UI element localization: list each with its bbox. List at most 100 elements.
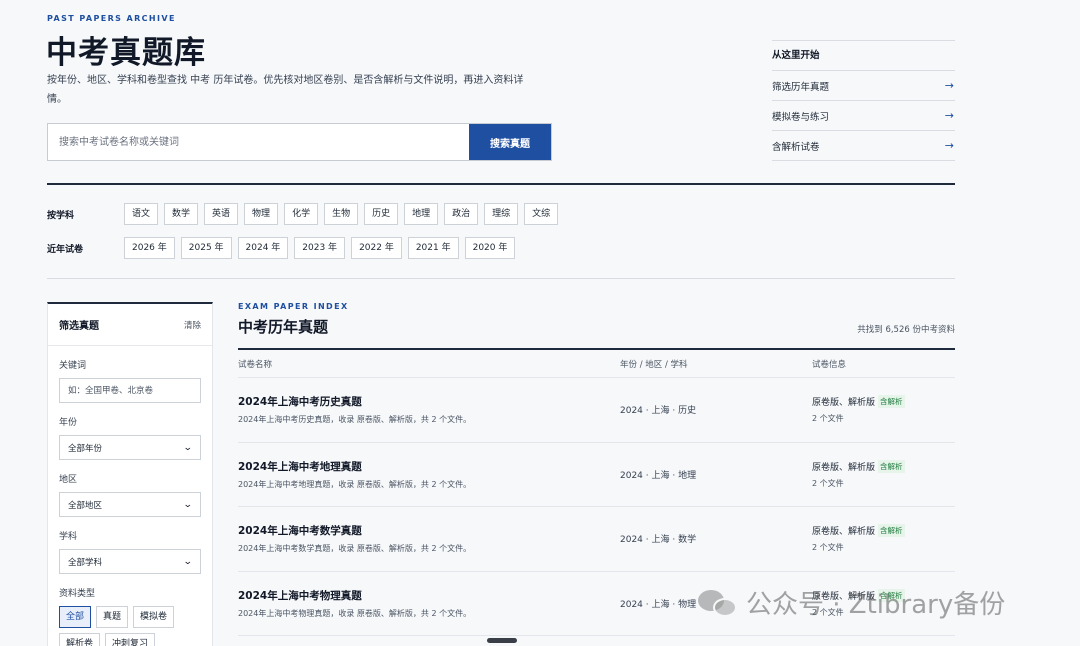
region-select[interactable]: 全部地区 ⌄ xyxy=(59,492,201,517)
type-label: 资料类型 xyxy=(59,589,96,599)
subject-chip[interactable]: 数学 xyxy=(164,203,199,225)
filter-panel: 筛选真题 清除 关键词 年份 全部年份 ⌄ 地区 全部地区 ⌄ 学科 全部学科 … xyxy=(47,302,213,646)
type-chip-analysis[interactable]: 解析卷 xyxy=(59,633,101,646)
type-chip-review[interactable]: 冲刺复习 xyxy=(105,633,156,646)
analysis-badge: 含解析 xyxy=(878,459,905,473)
chevron-down-icon: ⌄ xyxy=(183,556,194,567)
subject-chip[interactable]: 英语 xyxy=(204,203,239,225)
page-eyebrow: PAST PAPERS ARCHIVE xyxy=(47,14,176,23)
paper-versions: 原卷版、解析版 xyxy=(812,462,876,473)
quick-link-mock-papers[interactable]: 模拟卷与练习 → xyxy=(772,101,955,131)
year-chip[interactable]: 2020 年 xyxy=(464,237,516,259)
arrow-right-icon: → xyxy=(944,139,954,152)
table-header: 试卷名称 年份 / 地区 / 学科 试卷信息 xyxy=(238,350,955,378)
subject-select-value: 全部学科 xyxy=(68,557,103,568)
search-button[interactable]: 搜索真题 xyxy=(469,124,551,160)
watermark: 公众号 · Ztibrary备份 xyxy=(698,584,1005,621)
paper-meta: 2024 · 上海 · 地理 xyxy=(620,470,697,481)
file-count: 2 个文件 xyxy=(812,478,844,488)
quick-start-title: 从这里开始 xyxy=(772,41,955,71)
subject-filter-label: 按学科 xyxy=(47,210,75,221)
paper-versions: 原卷版、解析版 xyxy=(812,398,876,409)
paper-description: 2024年上海中考物理真题，收录 原卷版、解析版，共 2 个文件。 xyxy=(238,608,472,618)
results-count: 共找到 6,526 份中考资料 xyxy=(857,325,955,335)
subject-chip[interactable]: 历史 xyxy=(364,203,399,225)
year-chip[interactable]: 2025 年 xyxy=(180,237,232,259)
year-select[interactable]: 全部年份 ⌄ xyxy=(59,435,201,460)
paper-description: 2024年上海中考地理真题，收录 原卷版、解析版，共 2 个文件。 xyxy=(238,479,472,489)
keyword-input[interactable] xyxy=(59,378,201,403)
scroll-handle[interactable] xyxy=(487,638,517,643)
page-title: 中考真题库 xyxy=(46,35,206,71)
subject-chip[interactable]: 地理 xyxy=(404,203,439,225)
subject-chip[interactable]: 政治 xyxy=(444,203,479,225)
chevron-down-icon: ⌄ xyxy=(183,499,194,510)
subject-chip[interactable]: 理综 xyxy=(484,203,519,225)
column-header: 试卷信息 xyxy=(812,359,847,370)
file-count: 2 个文件 xyxy=(812,543,844,553)
quick-link-label: 含解析试卷 xyxy=(772,141,820,153)
filter-panel-header: 筛选真题 清除 xyxy=(48,304,212,346)
quick-start-panel: 从这里开始 筛选历年真题 → 模拟卷与练习 → 含解析试卷 → xyxy=(772,40,955,161)
year-chip[interactable]: 2023 年 xyxy=(294,237,346,259)
subject-select[interactable]: 全部学科 ⌄ xyxy=(59,549,201,574)
paper-title[interactable]: 2024年上海中考地理真题 xyxy=(238,459,620,474)
paper-meta: 2024 · 上海 · 数学 xyxy=(620,535,697,546)
quick-link-analysis-papers[interactable]: 含解析试卷 → xyxy=(772,131,955,161)
paper-info: 原卷版、解析版 含解析 xyxy=(812,395,955,409)
region-label: 地区 xyxy=(59,475,78,485)
results-header: 中考历年真题 共找到 6,526 份中考资料 xyxy=(238,316,955,337)
section-divider xyxy=(47,183,955,185)
arrow-right-icon: → xyxy=(944,79,954,92)
paper-meta: 2024 · 上海 · 历史 xyxy=(620,406,697,417)
section-divider xyxy=(47,278,955,279)
results-eyebrow: EXAM PAPER INDEX xyxy=(238,302,349,311)
quick-link-label: 模拟卷与练习 xyxy=(772,111,830,123)
table-row[interactable]: 2024年上海中考历史真题 2024年上海中考历史真题，收录 原卷版、解析版，共… xyxy=(238,378,955,443)
subject-chip[interactable]: 文综 xyxy=(524,203,559,225)
year-chip[interactable]: 2024 年 xyxy=(237,237,289,259)
wechat-icon xyxy=(698,588,738,618)
year-label: 年份 xyxy=(59,418,78,428)
subject-chip[interactable]: 物理 xyxy=(244,203,279,225)
paper-title[interactable]: 2024年上海中考历史真题 xyxy=(238,394,620,409)
subject-chip[interactable]: 生物 xyxy=(324,203,359,225)
subject-chip[interactable]: 语文 xyxy=(124,203,159,225)
paper-description: 2024年上海中考历史真题，收录 原卷版、解析版，共 2 个文件。 xyxy=(238,415,472,425)
quick-link-history-papers[interactable]: 筛选历年真题 → xyxy=(772,71,955,101)
subject-label: 学科 xyxy=(59,532,78,542)
clear-filters-button[interactable]: 清除 xyxy=(184,319,201,331)
type-chip-real[interactable]: 真题 xyxy=(96,606,129,628)
page-description: 按年份、地区、学科和卷型查找 中考 历年试卷。优先核对地区卷别、是否含解析与文件… xyxy=(47,75,524,105)
search-input[interactable] xyxy=(48,124,469,160)
year-filter-label: 近年试卷 xyxy=(47,244,84,255)
year-filter-row: 近年试卷 2026 年 2025 年 2024 年 2023 年 2022 年 … xyxy=(47,237,516,259)
analysis-badge: 含解析 xyxy=(878,395,905,409)
year-select-value: 全部年份 xyxy=(68,443,103,454)
year-chip[interactable]: 2022 年 xyxy=(351,237,402,259)
paper-info: 原卷版、解析版 含解析 xyxy=(812,524,955,538)
table-row[interactable]: 2024年上海中考数学真题 2024年上海中考数学真题，收录 原卷版、解析版，共… xyxy=(238,507,955,572)
subject-chip[interactable]: 化学 xyxy=(284,203,319,225)
quick-link-label: 筛选历年真题 xyxy=(772,81,830,93)
type-chip-all[interactable]: 全部 xyxy=(59,606,92,628)
table-row[interactable]: 2024年上海中考地理真题 2024年上海中考地理真题，收录 原卷版、解析版，共… xyxy=(238,443,955,507)
paper-title[interactable]: 2024年上海中考物理真题 xyxy=(238,588,620,603)
watermark-text: 公众号 · Ztibrary备份 xyxy=(746,590,1006,620)
year-chip[interactable]: 2021 年 xyxy=(407,237,459,259)
paper-description: 2024年上海中考数学真题，收录 原卷版、解析版，共 2 个文件。 xyxy=(238,544,472,554)
analysis-badge: 含解析 xyxy=(878,524,905,538)
paper-info: 原卷版、解析版 含解析 xyxy=(812,459,955,473)
year-chip[interactable]: 2026 年 xyxy=(124,237,175,259)
type-chip-mock[interactable]: 模拟卷 xyxy=(133,606,175,628)
column-header: 年份 / 地区 / 学科 xyxy=(620,359,688,370)
paper-title[interactable]: 2024年上海中考数学真题 xyxy=(238,523,620,538)
region-select-value: 全部地区 xyxy=(68,500,103,511)
keyword-label: 关键词 xyxy=(59,361,87,371)
type-chip-group: 全部 真题 模拟卷 解析卷 冲刺复习 xyxy=(59,606,209,646)
paper-versions: 原卷版、解析版 xyxy=(812,527,876,538)
file-count: 2 个文件 xyxy=(812,414,844,424)
column-header: 试卷名称 xyxy=(238,359,273,370)
subject-filter-row: 按学科 语文 数学 英语 物理 化学 生物 历史 地理 政治 理综 文综 xyxy=(47,203,559,225)
filter-panel-title: 筛选真题 xyxy=(59,321,99,332)
